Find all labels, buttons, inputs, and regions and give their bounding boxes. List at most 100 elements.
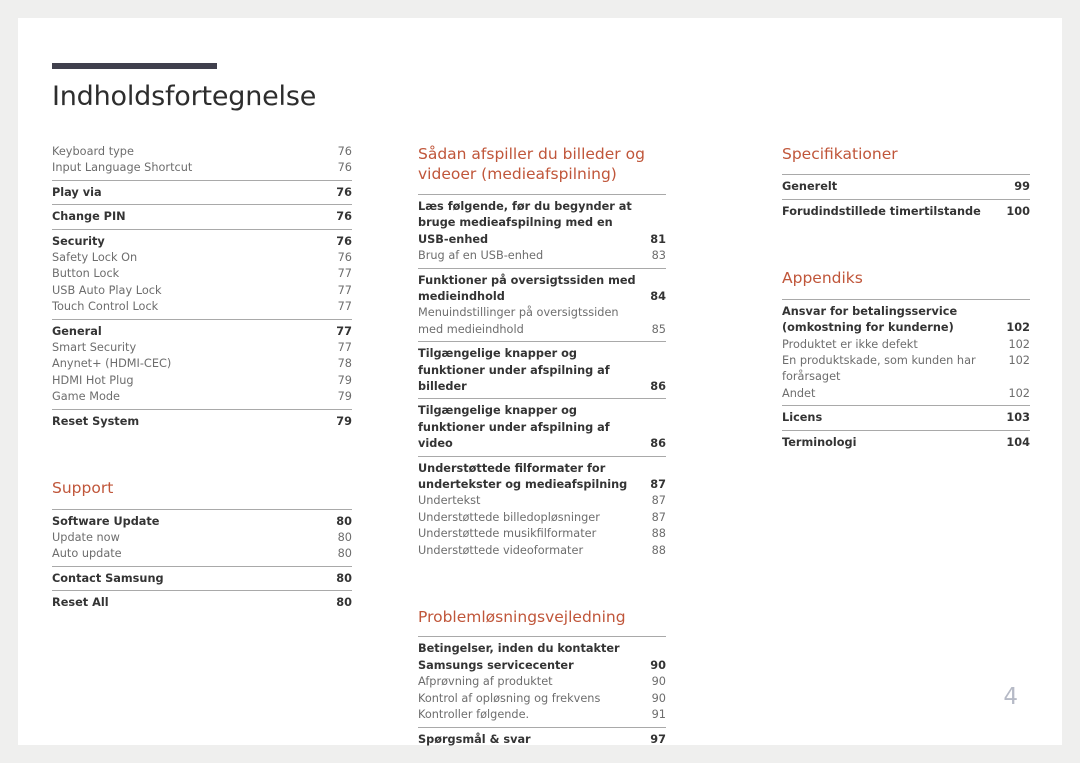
toc-entry-auto-update[interactable]: Auto update 80 (52, 546, 352, 562)
toc-entry-understoettede-musikfilformater[interactable]: Understøttede musikfilformater 88 (418, 526, 666, 542)
toc-entry-generelt[interactable]: Generelt 99 (782, 179, 1030, 195)
toc-entry-page: 83 (651, 249, 666, 263)
toc-group: Contact Samsung 80 (52, 565, 352, 590)
toc-entry-understoettede-filformater-for-undertekster-og[interactable]: Understøttede filformater for undertekst… (418, 461, 666, 494)
toc-entry-page: 77 (337, 341, 352, 355)
toc-entry-en-produktskade-som-kunden-har-foraarsaget[interactable]: En produktskade, som kunden har forårsag… (782, 353, 1030, 386)
toc-entry-spoergsmaal-svar[interactable]: Spørgsmål & svar 97 (418, 732, 666, 748)
toc-entry-tilgaengelige-knapper-og-funktioner-under-afsp[interactable]: Tilgængelige knapper og funktioner under… (418, 346, 666, 395)
toc-entry-label: Security (52, 234, 105, 248)
toc-entry-page: 97 (650, 732, 666, 746)
toc-column-right: Specifikationer Generelt 99 Forudindstilled… (782, 144, 1030, 704)
toc-entry-label: Touch Control Lock (52, 300, 159, 314)
toc-entry-anynet-hdmi-cec[interactable]: Anynet+ (HDMI-CEC) 78 (52, 356, 352, 372)
toc-entry-page: 91 (651, 708, 666, 722)
toc-entry-label: Spørgsmål & svar (418, 732, 531, 746)
toc-entry-produktet-er-ikke-defekt[interactable]: Produktet er ikke defekt 102 (782, 337, 1030, 353)
toc-entry-kontroller-foelgende[interactable]: Kontroller følgende. 91 (418, 707, 666, 723)
section-heading-saadan-afspiller-du-billeder-og-videoer-mediea: Sådan afspiller du billeder og videoer (… (418, 145, 645, 184)
toc-entry-page: 84 (650, 289, 666, 303)
toc-entry-smart-security[interactable]: Smart Security 77 (52, 340, 352, 356)
toc-entry-page: 78 (337, 357, 352, 371)
toc-entry-kontrol-af-oploesning-og-frekvens[interactable]: Kontrol af opløsning og frekvens 90 (418, 691, 666, 707)
toc-group: Reset All 80 (52, 590, 352, 614)
section-heading-problemloesningsvejledning: Problemløsningsvejledning (418, 608, 626, 627)
toc-entry-laes-foelgende-foer-du-begynder-at-bruge-medie[interactable]: Læs følgende, før du begynder at bruge m… (418, 199, 666, 248)
toc-entry-funktioner-paa-oversigtssiden-med-medieindhold[interactable]: Funktioner på oversigtssiden med mediein… (418, 273, 666, 306)
toc-entry-betingelser-inden-du-kontakter-samsungs-servic[interactable]: Betingelser, inden du kontakter Samsungs… (418, 641, 666, 674)
toc-entry-label: Ansvar for betalingsservice (omkostning … (782, 304, 958, 335)
toc-entry-forudindstillede-timertilstande[interactable]: Forudindstillede timertilstande 100 (782, 204, 1030, 220)
toc-entry-page: 99 (1014, 180, 1030, 194)
toc-entry-page: 81 (650, 232, 666, 246)
toc-entry-label: Understøttede billedopløsninger (418, 510, 600, 524)
toc-entry-label: Læs følgende, før du begynder at bruge m… (418, 199, 632, 246)
toc-group: General 77 Smart Security 77 Anynet+ (HDMI-C… (52, 318, 352, 409)
toc-entry-tilgaengelige-knapper-og-funktioner-under-afsp[interactable]: Tilgængelige knapper og funktioner under… (418, 403, 666, 452)
toc-entry-menuindstillinger-paa-oversigtssiden-med-medie[interactable]: Menuindstillinger på oversigtssiden med … (418, 305, 666, 338)
toc-entry-page: 90 (650, 658, 666, 672)
toc-entry-hdmi-hot-plug[interactable]: HDMI Hot Plug 79 (52, 373, 352, 389)
toc-entry-page: 102 (1006, 321, 1030, 335)
toc-entry-understoettede-billedoploesninger[interactable]: Understøttede billedopløsninger 87 (418, 510, 666, 526)
toc-entry-andet[interactable]: Andet 102 (782, 386, 1030, 402)
toc-entry-game-mode[interactable]: Game Mode 79 (52, 389, 352, 405)
toc-column-left: Keyboard type 76 Input Language Shortcut 76… (52, 144, 352, 704)
toc-entry-page: 76 (336, 210, 352, 224)
toc-entry-software-update[interactable]: Software Update 80 (52, 514, 352, 530)
toc-entry-page: 80 (336, 514, 352, 528)
toc-entry-change-pin[interactable]: Change PIN 76 (52, 209, 352, 225)
toc-entry-general[interactable]: General 77 (52, 324, 352, 340)
toc-entry-safety-lock-on[interactable]: Safety Lock On 76 (52, 250, 352, 266)
toc-group: Security 76 Safety Lock On 76 Button Lock 77 U… (52, 228, 352, 319)
toc-entry-label: Anynet+ (HDMI-CEC) (52, 357, 172, 371)
toc-group: Play via 76 (52, 179, 352, 204)
column-gutter-2 (666, 144, 782, 704)
toc-group: Betingelser, inden du kontakter Samsungs… (418, 636, 666, 726)
toc-group: Terminologi 104 (782, 429, 1030, 454)
toc-entry-page: 100 (1006, 204, 1030, 218)
toc-entry-understoettede-videoformater[interactable]: Understøttede videoformater 88 (418, 543, 666, 559)
toc-entry-touch-control-lock[interactable]: Touch Control Lock 77 (52, 299, 352, 315)
toc-entry-page: 86 (650, 437, 666, 451)
toc-entry-reset-system[interactable]: Reset System 79 (52, 414, 352, 430)
toc-entry-label: Tilgængelige knapper og funktioner under… (418, 404, 610, 451)
toc-entry-page: 87 (651, 494, 666, 508)
toc-entry-keyboard-type[interactable]: Keyboard type 76 (52, 144, 352, 160)
toc-group: Generelt 99 (782, 174, 1030, 198)
toc-entry-button-lock[interactable]: Button Lock 77 (52, 266, 352, 282)
toc-group: Change PIN 76 (52, 204, 352, 228)
toc-entry-label: Input Language Shortcut (52, 161, 193, 175)
toc-entry-label: Forudindstillede timertilstande (782, 204, 981, 218)
toc-entry-page: 102 (1008, 386, 1030, 400)
toc-entry-update-now[interactable]: Update now 80 (52, 530, 352, 546)
toc-entry-input-language-shortcut[interactable]: Input Language Shortcut 76 (52, 160, 352, 176)
toc-entry-label: Software Update (52, 514, 160, 528)
toc-entry-reset-all[interactable]: Reset All 80 (52, 595, 352, 611)
toc-entry-page: 80 (336, 571, 352, 585)
toc-entry-label: Licens (782, 411, 823, 425)
toc-entry-contact-samsung[interactable]: Contact Samsung 80 (52, 571, 352, 587)
toc-entry-brug-af-en-usb-enhed[interactable]: Brug af en USB-enhed 83 (418, 248, 666, 264)
toc-entry-terminologi[interactable]: Terminologi 104 (782, 435, 1030, 451)
toc-group: Software Update 80 Update now 80 Auto update… (52, 508, 352, 566)
toc-entry-label: General (52, 324, 102, 338)
toc-entry-security[interactable]: Security 76 (52, 234, 352, 250)
toc-entry-page: 88 (651, 543, 666, 557)
toc-entry-play-via[interactable]: Play via 76 (52, 185, 352, 201)
toc-entry-undertekst[interactable]: Undertekst 87 (418, 493, 666, 509)
toc-entry-label: Afprøvning af produktet (418, 675, 553, 689)
toc-entry-label: Game Mode (52, 390, 121, 404)
toc-entry-label: HDMI Hot Plug (52, 373, 134, 387)
toc-entry-afproevning-af-produktet[interactable]: Afprøvning af produktet 90 (418, 674, 666, 690)
toc-entry-label: Smart Security (52, 341, 137, 355)
title-block: Indholdsfortegnelse (52, 63, 352, 112)
toc-entry-licens[interactable]: Licens 103 (782, 410, 1030, 426)
toc-section: Problemløsningsvejledning Betingelser, in… (418, 607, 666, 751)
toc-group: Spørgsmål & svar 97 (418, 726, 666, 751)
column-gutter-1 (352, 144, 418, 704)
toc-entry-ansvar-for-betalingsservice-omkostning-for-kun[interactable]: Ansvar for betalingsservice (omkostning … (782, 304, 1030, 337)
section-heading-specifikationer: Specifikationer (782, 145, 898, 163)
toc-entry-usb-auto-play-lock[interactable]: USB Auto Play Lock 77 (52, 283, 352, 299)
